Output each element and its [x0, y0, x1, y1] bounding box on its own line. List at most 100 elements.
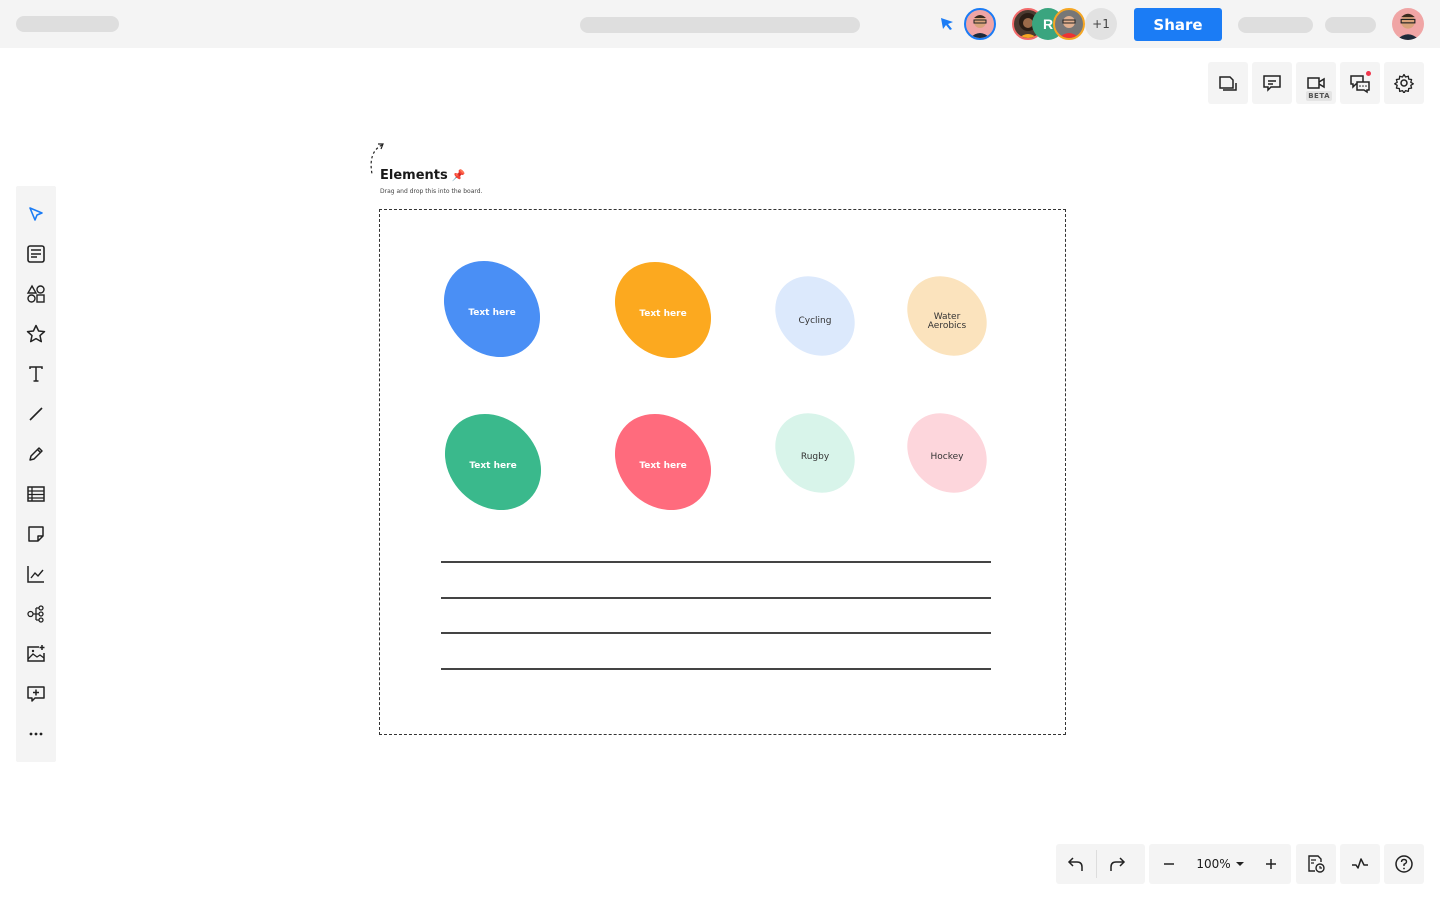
element-blob[interactable]: Text here — [440, 257, 544, 361]
zoom-out-button[interactable] — [1149, 844, 1189, 884]
element-blob[interactable]: Cycling — [772, 273, 858, 359]
sidebar-item-pen[interactable] — [24, 442, 48, 466]
comment-add-icon — [27, 686, 45, 702]
zoom-in-button[interactable] — [1251, 844, 1291, 884]
redo-button[interactable] — [1097, 844, 1137, 884]
beta-badge: BETA — [1306, 91, 1332, 101]
frame-title-text: Elements — [380, 168, 448, 183]
pushpin-icon: 📌 — [451, 169, 466, 182]
share-button[interactable]: Share — [1134, 8, 1222, 41]
plus-icon — [1266, 859, 1276, 869]
avatar-initial: R — [1042, 16, 1054, 32]
sidebar-item-shapes[interactable] — [24, 282, 48, 306]
avatar-collaborator-3[interactable] — [1053, 8, 1085, 40]
zoom-level-dropdown[interactable]: 100% — [1196, 857, 1244, 871]
writing-line-1[interactable] — [441, 561, 991, 563]
sidebar-item-more[interactable] — [24, 722, 48, 746]
blob-label: Hockey — [930, 452, 964, 463]
settings-button[interactable] — [1384, 62, 1424, 104]
history-icon — [1308, 855, 1325, 873]
help-icon-wrap — [1384, 844, 1424, 884]
sidebar-item-sticky-note[interactable] — [24, 522, 48, 546]
cursor-follow-icon[interactable] — [939, 16, 955, 32]
mindmap-icon — [27, 605, 44, 623]
chart-icon — [27, 566, 44, 583]
blob-label: Text here — [639, 309, 687, 320]
blob-label: Text here — [468, 308, 516, 319]
toolbar-placeholder-2[interactable] — [1325, 17, 1376, 33]
notification-dot — [1366, 71, 1371, 76]
user-profile-avatar[interactable] — [1392, 8, 1424, 40]
pages-icon — [1219, 76, 1237, 91]
writing-line-3[interactable] — [441, 632, 991, 634]
sidebar-item-templates[interactable] — [24, 242, 48, 266]
minus-icon — [1164, 863, 1174, 865]
video-icon — [1307, 77, 1325, 89]
sidebar-item-line[interactable] — [24, 402, 48, 426]
sidebar-item-add-comment[interactable] — [24, 682, 48, 706]
blob-label: Text here — [469, 461, 517, 472]
more-collaborators-badge[interactable]: +1 — [1085, 8, 1117, 40]
top-bar: R +1 Share — [0, 0, 1440, 48]
writing-line-2[interactable] — [441, 597, 991, 599]
comments-button[interactable] — [1252, 62, 1292, 104]
sticky-note-icon — [28, 526, 44, 542]
sidebar-item-select[interactable] — [24, 202, 48, 226]
blob-label: Water Aerobics — [927, 311, 967, 331]
star-icon — [26, 324, 46, 343]
pencil-icon — [29, 447, 43, 461]
activity-icon — [1352, 858, 1368, 869]
element-blob[interactable]: Text here — [611, 258, 715, 362]
table-icon — [27, 486, 45, 502]
zoom-level: 100% — [1196, 857, 1231, 871]
left-toolbar — [16, 186, 56, 762]
element-blob[interactable]: Hockey — [904, 410, 990, 496]
right-toolbar: BETA — [1208, 62, 1424, 104]
board-name-placeholder[interactable] — [16, 16, 119, 32]
sidebar-item-image[interactable] — [24, 642, 48, 666]
sidebar-item-text[interactable] — [24, 362, 48, 386]
history-button[interactable] — [1296, 844, 1336, 884]
board-title-placeholder[interactable] — [580, 17, 860, 33]
comment-icon — [1263, 75, 1281, 92]
sidebar-item-chart[interactable] — [24, 562, 48, 586]
blob-label: Rugby — [800, 452, 830, 463]
template-icon — [27, 245, 45, 263]
undo-button[interactable] — [1056, 844, 1096, 884]
text-icon — [29, 366, 43, 382]
sidebar-item-stickers[interactable] — [24, 322, 48, 346]
undo-redo-group — [1056, 844, 1145, 884]
cursor-icon — [29, 207, 43, 221]
element-blob[interactable]: Text here — [441, 410, 545, 514]
sidebar-item-table[interactable] — [24, 482, 48, 506]
line-icon — [29, 407, 43, 421]
shapes-icon — [26, 284, 45, 303]
chat-button[interactable] — [1340, 62, 1380, 104]
frame-title: Elements 📌 — [380, 168, 465, 183]
writing-line-4[interactable] — [441, 668, 991, 670]
element-blob[interactable]: Rugby — [772, 410, 858, 496]
video-button[interactable]: BETA — [1296, 62, 1336, 104]
toolbar-placeholder-1[interactable] — [1238, 17, 1313, 33]
blob-label: Cycling — [798, 316, 832, 327]
activity-button[interactable] — [1340, 844, 1380, 884]
pages-button[interactable] — [1208, 62, 1248, 104]
frame-subtitle: Drag and drop this into the board. — [380, 188, 483, 195]
avatar-current-user-follow[interactable] — [964, 8, 996, 40]
redo-icon — [1110, 857, 1126, 871]
activity-icon-wrap — [1340, 844, 1380, 884]
more-icon — [29, 732, 43, 736]
more-collaborators-count: +1 — [1092, 17, 1110, 31]
help-button[interactable] — [1384, 844, 1424, 884]
history-icon-wrap — [1296, 844, 1336, 884]
blob-label: Text here — [639, 461, 687, 472]
undo-icon — [1067, 857, 1083, 871]
gear-icon — [1394, 73, 1414, 93]
help-icon — [1395, 855, 1413, 873]
caret-down-icon — [1235, 862, 1244, 866]
sidebar-item-mind-map[interactable] — [24, 602, 48, 626]
element-blob[interactable]: Water Aerobics — [904, 273, 990, 359]
zoom-group: 100% — [1149, 844, 1291, 884]
element-blob[interactable]: Text here — [611, 410, 715, 514]
image-add-icon — [27, 645, 45, 662]
